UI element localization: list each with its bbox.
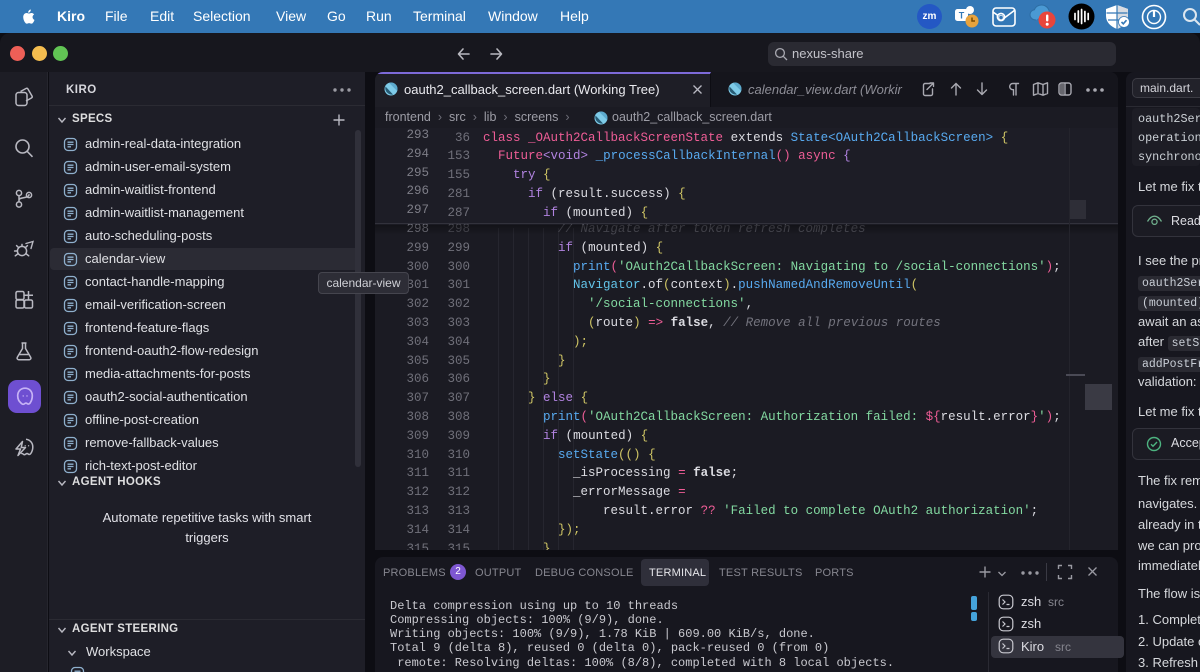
svg-text:O: O <box>998 13 1004 22</box>
svg-text:T: T <box>959 11 965 21</box>
